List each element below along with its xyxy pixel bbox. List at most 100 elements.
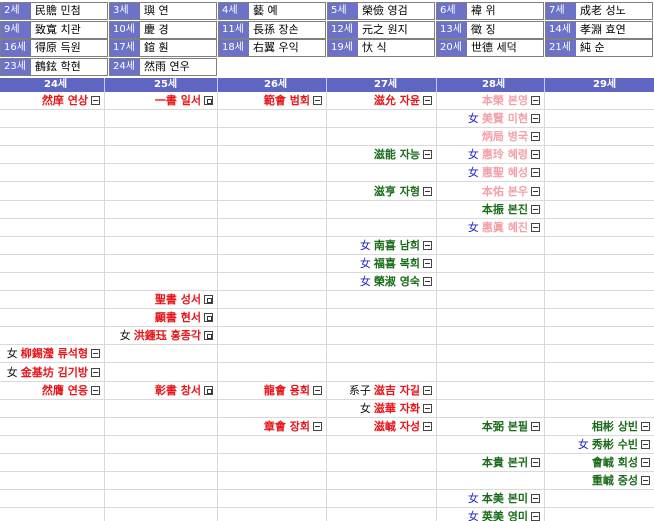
person-entry[interactable]: 章會 장회 <box>264 418 322 435</box>
person-entry[interactable]: 然庠 연상 <box>42 92 100 109</box>
generation-cell[interactable]: 17세 鍹 훤 <box>109 39 217 57</box>
collapse-minus-icon[interactable] <box>641 421 650 431</box>
collapse-minus-icon[interactable] <box>641 439 650 449</box>
person-entry[interactable]: 炳局 병국 <box>482 128 540 145</box>
person-entry[interactable]: 龍會 용회 <box>264 382 322 399</box>
person-entry[interactable]: 會峸 회성 <box>592 454 650 471</box>
expand-box-icon[interactable] <box>204 331 213 341</box>
generation-ancestor-name: 民贍 민첨 <box>35 4 81 17</box>
collapse-minus-icon[interactable] <box>423 186 432 196</box>
expand-box-icon[interactable] <box>204 96 213 105</box>
person-entry[interactable]: 女柳錫瀅 류석형 <box>7 345 100 362</box>
collapse-minus-icon[interactable] <box>423 277 432 286</box>
person-entry[interactable]: 女惠眞 혜진 <box>468 219 540 236</box>
person-entry[interactable]: 然膺 연응 <box>42 382 100 399</box>
generation-cell[interactable]: 4세 藝 예 <box>218 2 326 20</box>
collapse-minus-icon[interactable] <box>91 367 100 377</box>
person-entry[interactable]: 範會 범회 <box>264 92 322 109</box>
generation-cell[interactable]: 10세 慶 경 <box>109 20 217 39</box>
generation-cell[interactable]: 21세 純 순 <box>545 39 653 57</box>
person-entry[interactable]: 女洪鍾珏 홍종각 <box>120 327 213 344</box>
collapse-minus-icon[interactable] <box>423 258 432 268</box>
person-name: 顯書 현서 <box>154 311 201 325</box>
person-entry[interactable]: 滋亨 자형 <box>374 183 432 200</box>
collapse-minus-icon[interactable] <box>423 403 432 413</box>
generation-number: 24세 <box>110 58 140 75</box>
generation-cell[interactable]: 13세 徵 징 <box>436 20 544 39</box>
collapse-minus-icon[interactable] <box>531 222 540 232</box>
person-entry[interactable]: 本佑 본우 <box>482 183 540 200</box>
collapse-minus-icon[interactable] <box>313 421 322 431</box>
generation-cell[interactable]: 16세 得原 득원 <box>0 39 108 57</box>
expand-box-icon[interactable] <box>204 295 213 305</box>
collapse-minus-icon[interactable] <box>531 96 540 105</box>
person-entry[interactable]: 一書 일서 <box>155 92 213 109</box>
generation-cell[interactable]: 14세 孝淵 효연 <box>545 20 653 39</box>
expand-box-icon[interactable] <box>204 313 213 323</box>
collapse-minus-icon[interactable] <box>313 385 322 395</box>
expand-box-icon[interactable] <box>204 385 213 395</box>
collapse-minus-icon[interactable] <box>531 114 540 124</box>
collapse-minus-icon[interactable] <box>423 421 432 431</box>
person-entry[interactable]: 女惠聖 혜성 <box>468 164 540 181</box>
person-entry[interactable]: 女榮淑 영숙 <box>360 273 432 290</box>
person-entry[interactable]: 女英美 영미 <box>468 508 540 521</box>
collapse-minus-icon[interactable] <box>91 96 100 105</box>
collapse-minus-icon[interactable] <box>91 385 100 395</box>
collapse-minus-icon[interactable] <box>531 150 540 160</box>
person-entry[interactable]: 女南喜 남희 <box>360 237 432 254</box>
person-entry[interactable]: 本貴 본귀 <box>482 454 540 471</box>
generation-cell[interactable]: 20세 世德 세덕 <box>436 39 544 57</box>
collapse-minus-icon[interactable] <box>423 150 432 160</box>
collapse-minus-icon[interactable] <box>531 168 540 178</box>
collapse-minus-icon[interactable] <box>531 132 540 142</box>
person-entry[interactable]: 系子 滋吉 자길 <box>349 382 432 399</box>
generation-cell[interactable]: 18세 右翼 우익 <box>218 39 326 57</box>
person-entry[interactable]: 本榮 본영 <box>482 92 540 109</box>
collapse-minus-icon[interactable] <box>531 458 540 467</box>
collapse-minus-icon[interactable] <box>531 186 540 196</box>
person-name: 滋允 자윤 <box>373 94 420 107</box>
person-entry[interactable]: 本振 본진 <box>482 201 540 218</box>
collapse-minus-icon[interactable] <box>91 349 100 359</box>
person-name: 滋能 자능 <box>373 148 420 162</box>
tree-row: 女滋華 자화 <box>0 400 654 418</box>
person-entry[interactable]: 顯書 현서 <box>155 309 213 326</box>
person-entry[interactable]: 女本美 본미 <box>468 490 540 507</box>
generation-cell[interactable]: 2세 民贍 민첨 <box>0 2 108 20</box>
generation-cell[interactable]: 24세 然雨 연우 <box>109 57 217 76</box>
collapse-minus-icon[interactable] <box>531 421 540 431</box>
generation-cell[interactable]: 9세 致寬 치관 <box>0 20 108 39</box>
collapse-minus-icon[interactable] <box>423 96 432 105</box>
person-entry[interactable]: 相彬 상빈 <box>592 418 650 435</box>
person-entry[interactable]: 女金基坊 김기방 <box>7 364 100 381</box>
collapse-minus-icon[interactable] <box>531 512 540 521</box>
generation-cell[interactable]: 11세 長孫 장손 <box>218 20 326 39</box>
generation-cell[interactable]: 23세 鶴鉉 학현 <box>0 57 108 76</box>
person-entry[interactable]: 滋能 자능 <box>374 146 432 163</box>
person-entry[interactable]: 女福喜 복희 <box>360 255 432 272</box>
person-entry[interactable]: 聖書 성서 <box>155 291 213 308</box>
generation-cell[interactable]: 19세 忕 식 <box>327 39 435 57</box>
person-entry[interactable]: 女滋華 자화 <box>360 400 432 417</box>
collapse-minus-icon[interactable] <box>423 385 432 395</box>
person-entry[interactable]: 彰書 창서 <box>155 382 213 399</box>
collapse-minus-icon[interactable] <box>423 240 432 250</box>
collapse-minus-icon[interactable] <box>641 476 650 486</box>
person-entry[interactable]: 重峸 중성 <box>592 472 650 489</box>
collapse-minus-icon[interactable] <box>531 204 540 214</box>
person-entry[interactable]: 滋峸 자성 <box>374 418 432 435</box>
person-entry[interactable]: 女惠玲 혜령 <box>468 146 540 163</box>
generation-cell[interactable]: 5세 榮儉 영검 <box>327 2 435 20</box>
collapse-minus-icon[interactable] <box>531 494 540 504</box>
collapse-minus-icon[interactable] <box>313 96 322 105</box>
generation-cell[interactable]: 12세 元之 원지 <box>327 20 435 39</box>
collapse-minus-icon[interactable] <box>641 458 650 467</box>
generation-cell[interactable]: 7세 成老 성노 <box>545 2 653 20</box>
person-entry[interactable]: 滋允 자윤 <box>374 92 432 109</box>
person-entry[interactable]: 本弼 본필 <box>482 418 540 435</box>
generation-cell[interactable]: 6세 褘 위 <box>436 2 544 20</box>
person-entry[interactable]: 女美賢 미현 <box>468 110 540 127</box>
generation-cell[interactable]: 3세 璵 연 <box>109 2 217 20</box>
person-entry[interactable]: 女秀彬 수빈 <box>578 436 650 453</box>
